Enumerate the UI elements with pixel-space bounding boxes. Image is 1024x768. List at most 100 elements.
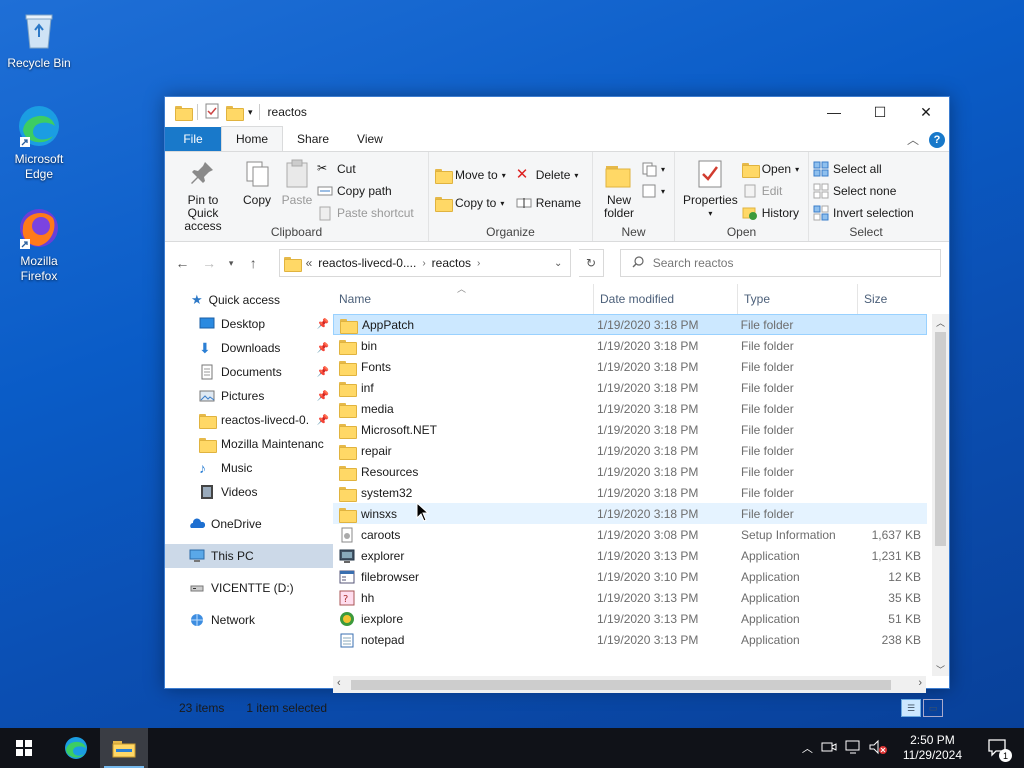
tab-share[interactable]: Share xyxy=(283,127,343,151)
new-folder-button[interactable]: New folder xyxy=(597,156,641,223)
minimize-button[interactable]: ― xyxy=(811,97,857,127)
table-row[interactable]: notepad 1/19/2020 3:13 PM Application 23… xyxy=(333,629,949,650)
back-arrow-icon[interactable]: ← xyxy=(173,255,192,271)
address-bar[interactable]: « reactos-livecd-0.... › reactos › ⌄ xyxy=(278,249,572,277)
taskbar-file-explorer-button[interactable] xyxy=(100,728,148,768)
nav-quick-access[interactable]: ★ Quick access xyxy=(165,288,333,312)
pin-quick-access-button[interactable]: Pin to Quick access xyxy=(169,156,237,233)
volume-muted-icon[interactable] xyxy=(869,739,887,758)
desktop-icon-recycle-bin[interactable]: Recycle Bin xyxy=(0,8,79,71)
tab-view[interactable]: View xyxy=(343,127,397,151)
table-row[interactable]: system32 1/19/2020 3:18 PM File folder xyxy=(333,482,949,503)
file-rows: AppPatch 1/19/2020 3:18 PM File folder b… xyxy=(333,314,949,650)
new-item-button[interactable]: ▾ xyxy=(641,160,669,178)
properties-button[interactable]: Properties ▾ xyxy=(679,156,742,223)
help-icon[interactable]: ? xyxy=(929,131,945,148)
table-row[interactable]: media 1/19/2020 3:18 PM File folder xyxy=(333,398,949,419)
table-row[interactable]: ? hh 1/19/2020 3:13 PM Application 35 KB xyxy=(333,587,949,608)
nav-item-documents[interactable]: Documents 📌 xyxy=(165,360,333,384)
properties-qat-icon[interactable] xyxy=(204,103,220,122)
table-row[interactable]: iexplore 1/19/2020 3:13 PM Application 5… xyxy=(333,608,949,629)
collapse-ribbon-icon[interactable]: ︿ xyxy=(907,131,919,148)
column-type[interactable]: Type xyxy=(738,284,858,314)
column-date-modified[interactable]: Date modified xyxy=(594,284,738,314)
pictures-icon xyxy=(199,388,215,404)
open-button[interactable]: Open ▾ xyxy=(741,160,803,178)
new-folder-qat-icon[interactable] xyxy=(226,104,244,121)
history-button[interactable]: History xyxy=(742,204,803,222)
scrollbar-thumb[interactable] xyxy=(351,680,891,690)
table-row[interactable]: Resources 1/19/2020 3:18 PM File folder xyxy=(333,461,949,482)
taskbar-edge-button[interactable] xyxy=(52,728,100,768)
table-row[interactable]: filebrowser 1/19/2020 3:10 PM Applicatio… xyxy=(333,566,949,587)
delete-button[interactable]: ✕ Delete ▾ xyxy=(516,166,585,184)
nav-network[interactable]: Network xyxy=(165,608,333,632)
start-button[interactable] xyxy=(0,728,48,768)
table-row[interactable]: caroots 1/19/2020 3:08 PM Setup Informat… xyxy=(333,524,949,545)
tab-home[interactable]: Home xyxy=(221,126,284,151)
scroll-left-icon[interactable]: ‹ xyxy=(337,677,341,689)
paste-shortcut-button[interactable]: Paste shortcut xyxy=(317,204,418,222)
table-row[interactable]: Fonts 1/19/2020 3:18 PM File folder xyxy=(333,356,949,377)
large-icons-view-icon[interactable]: ▭ xyxy=(923,699,943,717)
column-size[interactable]: Size xyxy=(858,284,928,314)
move-to-button[interactable]: Move to ▾ xyxy=(435,166,510,184)
breadcrumb-separator-icon[interactable]: › xyxy=(477,258,480,269)
copy-path-button[interactable]: Copy path xyxy=(317,182,418,200)
meet-now-icon[interactable] xyxy=(821,739,837,758)
cut-button[interactable]: ✂ Cut xyxy=(317,160,418,178)
table-row[interactable]: repair 1/19/2020 3:18 PM File folder xyxy=(333,440,949,461)
breadcrumb-separator-icon[interactable]: › xyxy=(422,258,425,269)
nav-onedrive[interactable]: OneDrive xyxy=(165,512,333,536)
details-view-icon[interactable]: ☰ xyxy=(901,699,921,717)
easy-access-button[interactable]: ▾ xyxy=(641,182,669,200)
scroll-up-icon[interactable]: ︿ xyxy=(936,316,945,329)
nav-drive-d[interactable]: VICENTTE (D:) xyxy=(165,576,333,600)
copy-to-button[interactable]: Copy to ▾ xyxy=(435,194,510,212)
nav-item-pictures[interactable]: Pictures 📌 xyxy=(165,384,333,408)
tab-file[interactable]: File xyxy=(165,127,221,151)
scroll-right-icon[interactable]: › xyxy=(918,677,922,689)
paste-button[interactable]: Paste xyxy=(277,156,317,223)
close-button[interactable]: ✕ xyxy=(903,97,949,127)
customize-qat-icon[interactable]: ▾ xyxy=(248,107,253,118)
horizontal-scrollbar[interactable]: ‹ › xyxy=(333,676,926,693)
clock[interactable]: 2:50 PM 11/29/2024 xyxy=(895,733,970,763)
nav-item-downloads[interactable]: ⬇ Downloads 📌 xyxy=(165,336,333,360)
address-dropdown-icon[interactable]: ⌄ xyxy=(554,258,562,269)
table-row[interactable]: explorer 1/19/2020 3:13 PM Application 1… xyxy=(333,545,949,566)
table-row[interactable]: AppPatch 1/19/2020 3:18 PM File folder xyxy=(333,314,927,335)
recent-locations-chevron-icon[interactable]: ▾ xyxy=(226,258,235,269)
table-row[interactable]: Microsoft.NET 1/19/2020 3:18 PM File fol… xyxy=(333,419,949,440)
nav-item-desktop[interactable]: Desktop 📌 xyxy=(165,312,333,336)
nav-item-videos[interactable]: Videos xyxy=(165,480,333,504)
select-none-button[interactable]: Select none xyxy=(813,182,918,200)
scroll-down-icon[interactable]: ﹀ xyxy=(936,663,945,676)
vertical-scrollbar[interactable]: ︿ ﹀ xyxy=(932,314,949,676)
forward-arrow-icon[interactable]: → xyxy=(200,255,219,271)
table-row[interactable]: bin 1/19/2020 3:18 PM File folder xyxy=(333,335,949,356)
address-overflow[interactable]: « xyxy=(306,256,313,270)
maximize-button[interactable]: ☐ xyxy=(857,97,903,127)
up-arrow-icon[interactable]: ↑ xyxy=(244,255,263,271)
nav-item-reactos-livecd[interactable]: reactos-livecd-0. 📌 xyxy=(165,408,333,432)
breadcrumb-item[interactable]: reactos-livecd-0.... xyxy=(318,256,416,270)
network-disconnected-icon[interactable] xyxy=(845,739,861,758)
scrollbar-thumb[interactable] xyxy=(935,332,946,546)
desktop-icon-firefox[interactable]: Mozilla Firefox xyxy=(0,206,79,284)
refresh-button[interactable]: ↻ xyxy=(579,249,604,277)
desktop-icon-edge[interactable]: Microsoft Edge xyxy=(0,104,79,182)
rename-button[interactable]: Rename xyxy=(516,194,585,212)
table-row[interactable]: inf 1/19/2020 3:18 PM File folder xyxy=(333,377,949,398)
nav-this-pc[interactable]: This PC xyxy=(165,544,333,568)
action-center-button[interactable]: 1 xyxy=(978,728,1018,768)
select-all-button[interactable]: Select all xyxy=(813,160,918,178)
search-input[interactable]: Search reactos xyxy=(619,249,941,277)
nav-item-music[interactable]: ♪ Music xyxy=(165,456,333,480)
edit-button[interactable]: Edit xyxy=(742,182,803,200)
show-hidden-icons-chevron-icon[interactable]: ︿ xyxy=(802,740,813,756)
breadcrumb-item[interactable]: reactos xyxy=(432,256,471,270)
nav-item-mozilla-maintenance[interactable]: Mozilla Maintenanc xyxy=(165,432,333,456)
invert-selection-button[interactable]: Invert selection xyxy=(813,204,918,222)
copy-button[interactable]: Copy xyxy=(237,156,277,223)
